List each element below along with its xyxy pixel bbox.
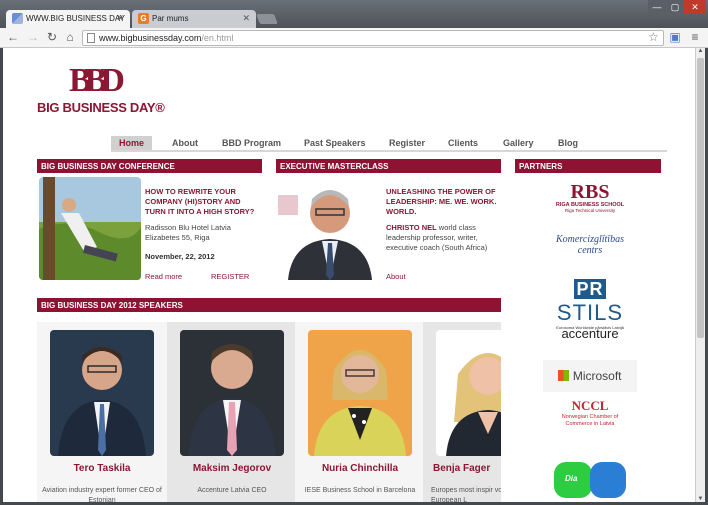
nav-clients[interactable]: Clients: [448, 138, 478, 148]
speaker-description: IESE Business School in Barcelona: [304, 487, 416, 494]
speaker-card[interactable]: Nuria Chinchilla IESE Business School in…: [295, 322, 423, 502]
register-link[interactable]: REGISTER: [211, 272, 249, 281]
scroll-down-arrow-icon[interactable]: ▼: [696, 496, 705, 502]
vertical-scrollbar[interactable]: ▲ ▼: [695, 48, 705, 502]
partner-microsoft[interactable]: Microsoft: [543, 360, 637, 392]
tab-bigbusinessday[interactable]: WWW.BIG BUSINESS DAY ✕: [6, 10, 130, 28]
conference-date: November, 22, 2012: [145, 252, 215, 261]
back-arrow-icon[interactable]: ←: [6, 30, 20, 44]
rbs-subtitle-2: Riga Technical University: [564, 208, 616, 213]
main-nav: Home About BBD Program Past Speakers Reg…: [111, 136, 667, 152]
bookmark-star-icon[interactable]: ☆: [648, 30, 659, 44]
conference-header: BIG BUSINESS DAY CONFERENCE: [37, 159, 262, 173]
web-page: BBD BIG BUSINESS DAY® Home About BBD Pro…: [3, 48, 695, 502]
nccl-subtitle: Norwegian Chamber of Commerce in Latvia: [561, 414, 619, 427]
new-tab-button[interactable]: [256, 14, 278, 24]
nav-blog[interactable]: Blog: [558, 138, 578, 148]
partner-nccl[interactable]: NCCL Norwegian Chamber of Commerce in La…: [543, 398, 637, 428]
title-bar: WWW.BIG BUSINESS DAY ✕ G Par mums ✕ — ▢ …: [0, 0, 708, 28]
browser-window: WWW.BIG BUSINESS DAY ✕ G Par mums ✕ — ▢ …: [0, 0, 708, 505]
close-window-button[interactable]: ✕: [684, 0, 706, 14]
nccl-logo: NCCL: [571, 398, 609, 413]
partner-dia[interactable]: Dia: [543, 460, 637, 500]
speaker-description: Europes most inspir voted by European L: [431, 487, 501, 502]
logo-text[interactable]: BIG BUSINESS DAY®: [37, 100, 165, 115]
google-favicon-icon: G: [138, 13, 149, 24]
tab-title: WWW.BIG BUSINESS DAY: [26, 14, 125, 23]
home-icon[interactable]: ⌂: [63, 30, 77, 44]
partner-stils[interactable]: PR STILS Eurosoma Worldwide pārstāvis La…: [543, 276, 637, 330]
accenture-logo: accenture: [561, 326, 619, 341]
about-link[interactable]: About: [386, 272, 406, 281]
speaker-name[interactable]: Maksim Jegorov: [167, 463, 297, 474]
speaker-description: Aviation industry expert former CEO of E…: [42, 487, 162, 502]
masterclass-header: EXECUTIVE MASTERCLASS: [276, 159, 501, 173]
browser-toolbar: ← → ↻ ⌂ www.bigbusinessday.com/en.html ☆…: [0, 28, 708, 48]
masterclass-photo[interactable]: [278, 177, 382, 280]
speaker-card[interactable]: Benja Fager Europes most inspir voted by…: [423, 322, 501, 502]
speaker-photo[interactable]: [308, 330, 412, 456]
dia-logo: Dia: [565, 474, 578, 483]
scrollbar-thumb[interactable]: [697, 58, 704, 338]
read-more-link[interactable]: Read more: [145, 272, 182, 281]
speaker-name[interactable]: Nuria Chinchilla: [295, 463, 425, 474]
nav-register[interactable]: Register: [389, 138, 425, 148]
speaker-card[interactable]: Tero Taskila Aviation industry expert fo…: [37, 322, 167, 502]
tab-par-mums[interactable]: G Par mums ✕: [132, 10, 256, 28]
speaker-photo[interactable]: [436, 330, 501, 456]
speaker-description: Accenture Latvia CEO: [197, 487, 267, 494]
tab-title: Par mums: [152, 14, 189, 23]
speaker-name[interactable]: Benja Fager: [423, 463, 501, 474]
close-tab-icon[interactable]: ✕: [242, 13, 250, 24]
speaker-name[interactable]: Tero Taskila: [37, 463, 167, 474]
forward-arrow-icon[interactable]: →: [26, 30, 40, 44]
url-host: www.bigbusinessday.com: [99, 33, 202, 43]
microsoft-logo: Microsoft: [572, 369, 622, 383]
partners-header: PARTNERS: [515, 159, 661, 173]
reload-icon[interactable]: ↻: [45, 30, 59, 44]
page-icon: [87, 33, 95, 43]
partner-komercizglitibas[interactable]: Komercizglītības centrs: [543, 234, 637, 256]
dia-logo-icon: [554, 462, 626, 498]
microsoft-logo-icon: [558, 370, 570, 381]
speaker-photo[interactable]: [50, 330, 154, 456]
minimize-button[interactable]: —: [648, 0, 666, 14]
site-favicon-icon: [12, 13, 23, 24]
nav-about[interactable]: About: [172, 138, 198, 148]
partner-rbs[interactable]: RBS RIGA BUSINESS SCHOOL Riga Technical …: [543, 182, 637, 213]
menu-icon[interactable]: ≡: [688, 30, 702, 44]
masterclass-title[interactable]: UNLEASHING THE POWER OF LEADERSHIP: ME. …: [386, 187, 501, 217]
nav-bbd-program[interactable]: BBD Program: [222, 138, 281, 148]
speakers-header: BIG BUSINESS DAY 2012 SPEAKERS: [37, 298, 501, 312]
partner-accenture[interactable]: accenture: [543, 326, 637, 341]
address-bar[interactable]: www.bigbusinessday.com/en.html: [82, 30, 664, 46]
speaker-name[interactable]: CHRISTO NEL: [386, 223, 437, 232]
stils-logo: PR STILS: [556, 279, 624, 325]
url-path: /en.html: [201, 33, 234, 43]
speaker-photo[interactable]: [180, 330, 284, 456]
maximize-button[interactable]: ▢: [666, 0, 684, 14]
speaker-card[interactable]: Maksim Jegorov Accenture Latvia CEO: [167, 322, 295, 502]
conference-title[interactable]: HOW TO REWRITE YOUR COMPANY (HI)STORY AN…: [145, 187, 257, 217]
nav-gallery[interactable]: Gallery: [503, 138, 534, 148]
bbd-logo[interactable]: BBD: [69, 62, 125, 100]
close-tab-icon[interactable]: ✕: [116, 13, 124, 24]
extension-icon[interactable]: ▣: [668, 30, 682, 44]
conference-address: Radisson Blu Hotel Latvia Elizabetes 55,…: [145, 223, 231, 242]
masterclass-description: CHRISTO NEL world class leadership profe…: [386, 223, 501, 253]
nav-past-speakers[interactable]: Past Speakers: [304, 138, 366, 148]
nav-home[interactable]: Home: [111, 136, 153, 150]
scroll-up-arrow-icon[interactable]: ▲: [696, 48, 705, 54]
komercizglitibas-logo: Komercizglītības centrs: [556, 234, 624, 256]
conference-photo[interactable]: [39, 177, 141, 280]
rbs-logo: RBS: [570, 181, 610, 203]
